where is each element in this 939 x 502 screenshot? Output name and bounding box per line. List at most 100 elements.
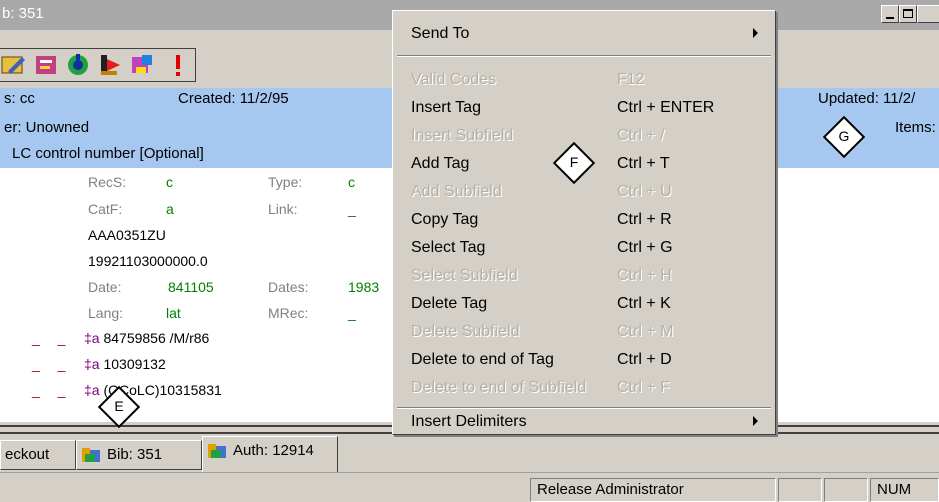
dates-value[interactable]: 1983 <box>348 279 379 295</box>
menu-label: Insert Tag <box>411 99 481 116</box>
subfield-row[interactable]: ‡a 84759856 /M/r86 <box>84 330 209 346</box>
minimize-icon <box>886 17 894 19</box>
bookmark-icon[interactable] <box>96 51 124 79</box>
tab-label: Bib: 351 <box>107 446 163 463</box>
context-menu: Send To Valid Codes F12 Insert Tag Ctrl + E… <box>392 10 776 435</box>
menu-label: Delete Tag <box>411 295 488 312</box>
callout-e: E <box>96 384 142 430</box>
maximize-button[interactable] <box>899 5 917 23</box>
menu-label: Add Subfield <box>411 183 502 200</box>
subfield-row[interactable]: ‡a 10309132 <box>84 356 166 372</box>
lang-label: Lang: <box>88 305 124 321</box>
status-pane-empty <box>824 478 868 502</box>
submenu-arrow-icon <box>753 28 758 38</box>
menu-label: Delete Subfield <box>411 323 520 340</box>
menu-shortcut: Ctrl + K <box>617 295 671 312</box>
status-pane-empty <box>778 478 822 502</box>
catf-label: CatF: <box>88 201 123 217</box>
menu-item-copy-tag[interactable]: Copy Tag Ctrl + R <box>397 207 769 235</box>
menu-item-delete-to-end-of-tag[interactable]: Delete to end of Tag Ctrl + D <box>397 347 769 375</box>
subfield-text: 10309132 <box>99 356 166 372</box>
menu-item-insert-delimiters[interactable]: Insert Delimiters <box>397 409 769 437</box>
menu-shortcut: Ctrl + ENTER <box>617 99 715 116</box>
record-type: s: cc <box>4 90 35 107</box>
tab-label: Auth: 12914 <box>233 442 314 459</box>
link-label: Link: <box>268 201 298 217</box>
menu-item-delete-subfield: Delete Subfield Ctrl + M <box>397 319 769 347</box>
recs-label: RecS: <box>88 174 127 190</box>
menu-item-insert-tag[interactable]: Insert Tag Ctrl + ENTER <box>397 95 769 123</box>
menu-shortcut: Ctrl + G <box>617 239 673 256</box>
type-label: Type: <box>268 174 303 190</box>
menu-label: Delete to end of Tag <box>411 351 554 368</box>
delimiter: ‡a <box>84 356 100 372</box>
menu-item-delete-to-end-of-subfield: Delete to end of Subfield Ctrl + F <box>397 375 769 403</box>
menu-label: Add Tag <box>411 155 470 172</box>
callout-letter: E <box>114 398 124 414</box>
alert-icon[interactable] <box>164 51 192 79</box>
menu-label: Delete to end of Subfield <box>411 379 587 396</box>
recs-value[interactable]: c <box>166 174 173 190</box>
refresh-icon[interactable] <box>64 51 92 79</box>
menu-item-select-tag[interactable]: Select Tag Ctrl + G <box>397 235 769 263</box>
menu-shortcut: Ctrl + R <box>617 211 672 228</box>
menu-shortcut: Ctrl + / <box>617 127 665 144</box>
auth-icon <box>207 442 227 460</box>
menu-label: Valid Codes <box>411 71 497 88</box>
indicator-dashes: _ _ <box>32 382 73 398</box>
menu-label: Copy Tag <box>411 211 479 228</box>
menu-item-send-to[interactable]: Send To <box>397 21 769 49</box>
callout-letter: G <box>838 128 850 144</box>
menu-shortcut: Ctrl + F <box>617 379 670 396</box>
tab-checkout[interactable]: eckout <box>0 440 76 470</box>
close-button[interactable] <box>917 5 939 23</box>
created-date: Created: 11/2/95 <box>178 90 289 107</box>
catf-value[interactable]: a <box>166 201 174 217</box>
date-value[interactable]: 841105 <box>168 279 214 295</box>
menu-shortcut: Ctrl + H <box>617 267 672 284</box>
type-value[interactable]: c <box>348 174 355 190</box>
timestamp[interactable]: 19921103000000.0 <box>88 253 208 269</box>
menu-label: Send To <box>411 25 470 42</box>
tab-label: eckout <box>5 446 50 463</box>
updated-date: Updated: 11/2/ <box>818 90 916 107</box>
menu-shortcut: Ctrl + M <box>617 323 674 340</box>
num-indicator: NUM <box>870 478 939 502</box>
menu-shortcut: Ctrl + D <box>617 351 672 368</box>
link-value[interactable]: _ <box>348 201 356 217</box>
window-title: b: 351 <box>2 5 44 22</box>
maximize-icon <box>903 9 913 18</box>
callout-letter: F <box>569 154 579 170</box>
menu-label: Select Subfield <box>411 267 518 284</box>
submenu-arrow-icon <box>753 416 758 426</box>
menu-item-valid-codes: Valid Codes F12 <box>397 67 769 95</box>
indicator-dashes: _ _ <box>32 356 73 372</box>
tab-bib[interactable]: Bib: 351 <box>76 440 202 470</box>
mrec-label: MRec: <box>268 305 309 321</box>
edit-icon[interactable] <box>0 51 28 79</box>
field-description: LC control number [Optional] <box>12 145 204 162</box>
status-message: Release Administrator <box>530 478 776 502</box>
delimiter: ‡a <box>84 330 100 346</box>
callout-g: G <box>821 114 867 160</box>
lang-value[interactable]: lat <box>166 305 181 321</box>
menu-shortcut: F12 <box>617 71 645 88</box>
tab-auth[interactable]: Auth: 12914 <box>202 436 338 472</box>
bib-icon <box>81 446 101 464</box>
menu-label: Select Tag <box>411 239 486 256</box>
menu-separator <box>397 55 771 57</box>
minimize-button[interactable] <box>881 5 899 23</box>
menu-item-select-subfield: Select Subfield Ctrl + H <box>397 263 769 291</box>
menu-shortcut: Ctrl + T <box>617 155 670 172</box>
tag-icon[interactable] <box>32 51 60 79</box>
paint-icon[interactable] <box>128 51 156 79</box>
subfield-text: 84759856 /M/r86 <box>99 330 210 346</box>
owner: er: Unowned <box>4 119 90 136</box>
callout-f: F <box>551 140 597 186</box>
mrec-value[interactable]: _ <box>348 305 356 321</box>
menu-label: Insert Delimiters <box>411 413 527 430</box>
menu-label: Insert Subfield <box>411 127 514 144</box>
control-number[interactable]: AAA0351ZU <box>88 227 166 243</box>
menu-shortcut: Ctrl + U <box>617 183 672 200</box>
menu-item-delete-tag[interactable]: Delete Tag Ctrl + K <box>397 291 769 319</box>
